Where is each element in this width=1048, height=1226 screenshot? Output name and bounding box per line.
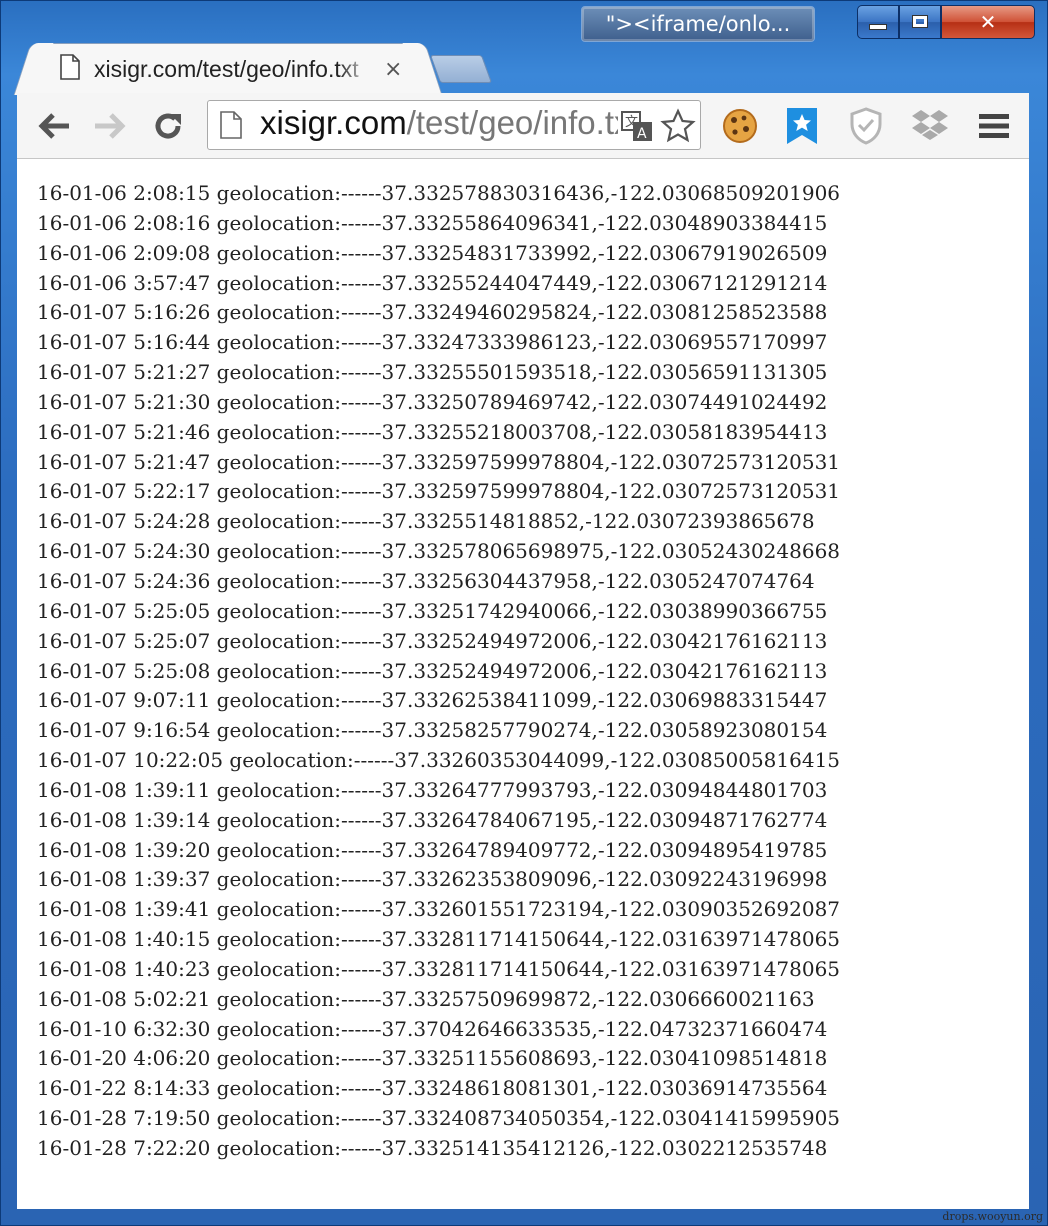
log-line: 16-01-07 5:25:08 geolocation:------37.33… <box>37 658 828 683</box>
minimize-button[interactable] <box>857 5 899 39</box>
maximize-button[interactable] <box>899 5 941 39</box>
log-line: 16-01-07 5:25:07 geolocation:------37.33… <box>37 628 828 653</box>
profile-badge[interactable]: "><iframe/onlo... <box>581 6 815 42</box>
bookmark-extension-icon <box>787 108 817 144</box>
close-window-button[interactable]: ✕ <box>941 5 1035 39</box>
browser-window: "><iframe/onlo... ✕ xisigr.com/test/geo/… <box>0 0 1048 1226</box>
log-line: 16-01-07 5:21:46 geolocation:------37.33… <box>37 419 828 444</box>
tab-title: xisigr.com/test/geo/info.txt <box>94 56 359 82</box>
svg-text:A: A <box>637 126 647 142</box>
log-line: 16-01-06 3:57:47 geolocation:------37.33… <box>37 270 828 295</box>
cookie-extension-icon <box>723 109 757 143</box>
log-line: 16-01-07 9:16:54 geolocation:------37.33… <box>37 718 828 743</box>
log-line: 16-01-08 1:39:11 geolocation:------37.33… <box>37 777 828 802</box>
log-line: 16-01-07 9:07:11 geolocation:------37.33… <box>37 688 828 713</box>
log-line: 16-01-07 5:21:30 geolocation:------37.33… <box>37 389 828 414</box>
log-line: 16-01-08 1:40:15 geolocation:------37.33… <box>37 927 841 952</box>
log-line: 16-01-08 1:39:41 geolocation:------37.33… <box>37 897 841 922</box>
reload-button[interactable] <box>145 103 191 149</box>
log-line: 16-01-07 5:16:44 geolocation:------37.33… <box>37 330 828 355</box>
log-line: 16-01-06 2:08:15 geolocation:------37.33… <box>37 181 841 205</box>
dropbox-extension-icon <box>912 110 948 140</box>
caption-buttons: ✕ <box>857 5 1035 39</box>
watermark: drops.wooyun.org <box>942 1210 1043 1223</box>
log-line: 16-01-07 5:25:05 geolocation:------37.33… <box>37 598 828 623</box>
maximize-icon <box>912 14 928 28</box>
log-line: 16-01-08 5:02:21 geolocation:------37.33… <box>37 986 815 1011</box>
menu-button[interactable] <box>971 103 1017 149</box>
tab-close-icon[interactable]: × <box>384 57 402 82</box>
toolbar: xisigr.com/test/geo/info.txt 文A <box>17 93 1029 159</box>
tab-active[interactable]: xisigr.com/test/geo/info.txt × <box>33 43 423 95</box>
log-line: 16-01-06 2:08:16 geolocation:------37.33… <box>37 210 828 235</box>
close-icon: ✕ <box>979 10 997 34</box>
star-icon[interactable] <box>660 108 696 149</box>
page-content: 16-01-06 2:08:15 geolocation:------37.33… <box>17 159 1029 1209</box>
minimize-icon <box>869 24 887 30</box>
log-line: 16-01-08 1:40:23 geolocation:------37.33… <box>37 956 841 981</box>
page-icon <box>60 54 80 85</box>
translate-icon[interactable]: 文A <box>620 109 654 148</box>
log-line: 16-01-22 8:14:33 geolocation:------37.33… <box>37 1076 828 1101</box>
dropbox-extension-button[interactable] <box>907 103 953 149</box>
menu-icon <box>979 114 1009 138</box>
bookmark-extension-button[interactable] <box>779 103 825 149</box>
log-line: 16-01-08 1:39:20 geolocation:------37.33… <box>37 837 828 862</box>
shield-extension-button[interactable] <box>843 103 889 149</box>
log-line: 16-01-28 7:19:50 geolocation:------37.33… <box>37 1106 841 1131</box>
new-tab-button[interactable] <box>429 55 493 83</box>
log-line: 16-01-07 5:24:36 geolocation:------37.33… <box>37 568 815 593</box>
log-line: 16-01-28 7:22:20 geolocation:------37.33… <box>37 1136 828 1160</box>
log-line: 16-01-08 1:39:37 geolocation:------37.33… <box>37 867 828 892</box>
shield-extension-icon <box>850 107 882 145</box>
back-button[interactable] <box>31 103 77 149</box>
reload-icon <box>155 113 181 139</box>
forward-button[interactable] <box>87 103 133 149</box>
log-line: 16-01-07 5:22:17 geolocation:------37.33… <box>37 479 841 504</box>
forward-icon <box>95 113 126 139</box>
log-line: 16-01-06 2:09:08 geolocation:------37.33… <box>37 240 828 265</box>
log-line: 16-01-07 5:24:28 geolocation:------37.33… <box>37 509 815 534</box>
log-line: 16-01-10 6:32:30 geolocation:------37.37… <box>37 1016 828 1041</box>
log-line: 16-01-07 5:16:26 geolocation:------37.33… <box>37 300 828 325</box>
page-icon <box>220 111 242 144</box>
log-line: 16-01-07 10:22:05 geolocation:------37.3… <box>37 748 841 773</box>
log-line: 16-01-07 5:24:30 geolocation:------37.33… <box>37 539 841 564</box>
log-line: 16-01-07 5:21:27 geolocation:------37.33… <box>37 360 828 385</box>
back-icon <box>38 113 69 139</box>
geolocation-log: 16-01-06 2:08:15 geolocation:------37.33… <box>37 179 840 1164</box>
log-line: 16-01-20 4:06:20 geolocation:------37.33… <box>37 1046 828 1071</box>
url-path: /test/geo/info.txt <box>406 104 618 141</box>
log-line: 16-01-08 1:39:14 geolocation:------37.33… <box>37 807 828 832</box>
url-text[interactable]: xisigr.com/test/geo/info.txt <box>260 104 618 142</box>
address-bar[interactable]: xisigr.com/test/geo/info.txt 文A <box>207 100 701 150</box>
url-host: xisigr.com <box>260 104 407 141</box>
log-line: 16-01-07 5:21:47 geolocation:------37.33… <box>37 449 841 474</box>
cookie-extension-button[interactable] <box>717 103 763 149</box>
